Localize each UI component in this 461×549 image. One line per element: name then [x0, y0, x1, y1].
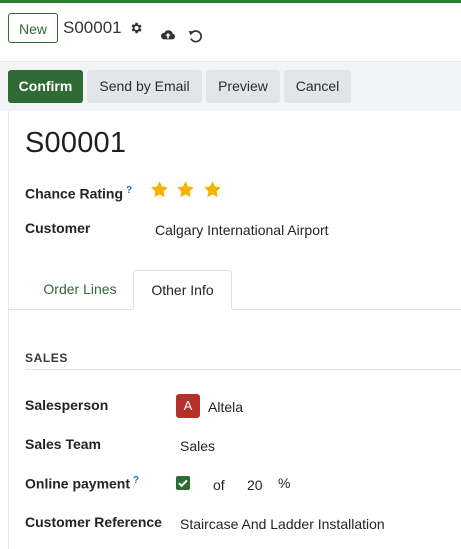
customer-reference-label: Customer Reference [25, 514, 162, 530]
percent-sign: % [278, 475, 291, 491]
section-divider [25, 369, 461, 370]
salesperson-field[interactable]: Altela [208, 399, 243, 415]
chance-rating-stars [150, 180, 225, 202]
tab-other-info[interactable]: Other Info [133, 270, 232, 310]
cloud-upload-icon[interactable] [160, 28, 176, 42]
customer-label: Customer [25, 220, 91, 236]
online-payment-of-text: of [213, 477, 225, 493]
help-icon[interactable]: ? [126, 185, 132, 196]
breadcrumb: New S00001 [0, 3, 461, 60]
send-by-email-button[interactable]: Send by Email [87, 70, 202, 103]
online-payment-checkbox[interactable] [176, 476, 190, 490]
star-icon[interactable] [176, 180, 195, 199]
star-icon[interactable] [203, 180, 222, 199]
sales-team-label: Sales Team [25, 436, 102, 452]
online-payment-label: Online payment? [25, 475, 140, 492]
chance-rating-label: Chance Rating? [25, 185, 133, 202]
gear-icon[interactable] [129, 21, 143, 35]
record-reference: S00001 [63, 18, 122, 37]
star-icon[interactable] [150, 180, 169, 199]
customer-reference-field[interactable]: Staircase And Ladder Installation [180, 516, 385, 532]
undo-icon[interactable] [187, 28, 203, 44]
customer-field[interactable]: Calgary International Airport [155, 222, 329, 238]
sales-team-field[interactable]: Sales [180, 438, 215, 454]
tab-order-lines[interactable]: Order Lines [28, 270, 132, 309]
online-payment-percent-input[interactable]: 20 [247, 477, 263, 493]
action-toolbar: Confirm Send by Email Preview Cancel [0, 61, 461, 111]
tabs-divider [8, 309, 461, 310]
confirm-button[interactable]: Confirm [8, 70, 83, 103]
new-button[interactable]: New [8, 13, 58, 43]
avatar: A [176, 394, 200, 418]
preview-button[interactable]: Preview [206, 70, 280, 103]
cancel-button[interactable]: Cancel [284, 70, 351, 103]
page-title: S00001 [25, 127, 127, 159]
checkmark-icon [178, 479, 188, 488]
section-title-sales: SALES [25, 351, 69, 365]
help-icon[interactable]: ? [133, 475, 139, 486]
salesperson-label: Salesperson [25, 397, 109, 413]
